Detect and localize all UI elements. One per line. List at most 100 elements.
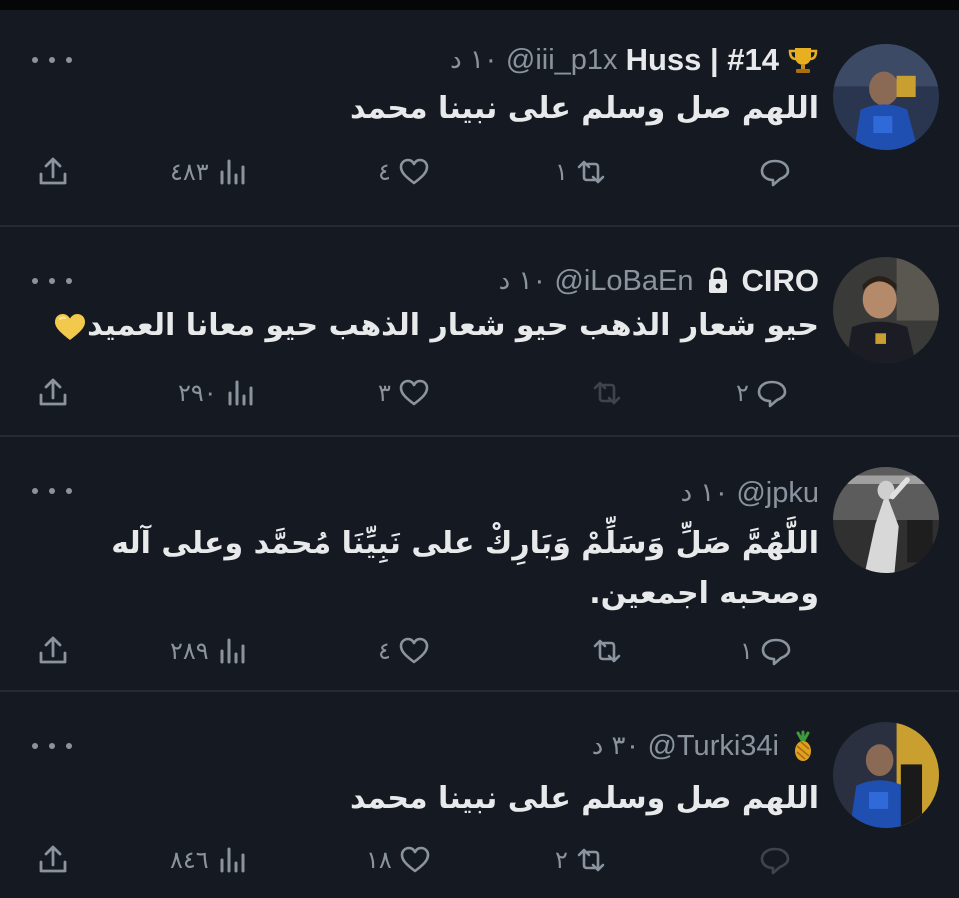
views-count: ٢٩٠ — [178, 379, 217, 407]
more-options-button[interactable] — [32, 271, 72, 291]
more-dot-icon — [49, 278, 55, 284]
more-dot-icon — [49, 57, 55, 63]
heart-icon — [399, 637, 429, 664]
retweet-icon — [577, 160, 605, 184]
tweet-text: اللهم صل وسلم على نبينا محمد — [19, 776, 819, 822]
like-button[interactable]: ١٨ — [366, 838, 432, 882]
share-icon — [39, 157, 67, 185]
trophy-icon — [787, 44, 819, 76]
share-icon — [39, 636, 67, 664]
user-handle[interactable]: @Turki34i — [647, 730, 779, 763]
like-button[interactable]: ٣ — [378, 371, 431, 415]
tweet[interactable]: Huss | #14 @iii_p1x ١٠ د اللهم صل وسلم ع… — [0, 10, 959, 225]
display-name[interactable]: Huss | #14 — [626, 42, 779, 78]
like-count: ١٨ — [366, 846, 392, 874]
user-handle[interactable]: @iLoBaEn — [554, 265, 693, 298]
reply-count: ٢ — [736, 379, 749, 407]
more-dot-icon — [32, 743, 38, 749]
reply-button[interactable]: ٢ — [736, 371, 789, 415]
tweet-text-line: اللَّهُمَّ صَلِّ وَسَلِّمْ وَبَارِكْ على… — [111, 526, 819, 561]
timestamp[interactable]: ١٠ د — [499, 266, 547, 296]
tweet-text: اللهم صل وسلم على نبينا محمد — [19, 86, 819, 132]
more-dot-icon — [32, 57, 38, 63]
display-name[interactable]: CIRO — [742, 263, 820, 299]
reply-button[interactable] — [752, 150, 792, 194]
tweet-feed: Huss | #14 @iii_p1x ١٠ د اللهم صل وسلم ع… — [0, 10, 959, 898]
user-handle[interactable]: @jpku — [736, 477, 819, 510]
avatar[interactable] — [833, 44, 939, 150]
timestamp[interactable]: ٣٠ د — [592, 731, 640, 761]
share-button[interactable] — [36, 150, 70, 194]
views-count: ٨٤٦ — [170, 846, 209, 874]
more-dot-icon — [66, 278, 72, 284]
views-count: ٢٨٩ — [170, 637, 209, 665]
tweet-text-line: وصحبه اجمعين. — [589, 576, 819, 611]
more-dot-icon — [49, 488, 55, 494]
retweet-count: ٢ — [555, 846, 568, 874]
like-button[interactable]: ٤ — [378, 150, 431, 194]
timestamp[interactable]: ١٠ د — [681, 478, 729, 508]
tweet-text: حيو شعار الذهب حيو شعار الذهب حيو معانا … — [11, 303, 819, 349]
like-count: ٤ — [378, 637, 391, 665]
reply-icon — [757, 380, 787, 408]
like-count: ٣ — [378, 379, 391, 407]
avatar[interactable] — [833, 467, 939, 573]
reply-button[interactable]: ١ — [740, 629, 793, 673]
retweet-button[interactable] — [584, 371, 624, 415]
views-icon — [220, 638, 245, 664]
timestamp[interactable]: ١٠ د — [450, 45, 498, 75]
more-dot-icon — [32, 488, 38, 494]
like-count: ٤ — [378, 158, 391, 186]
retweet-icon — [593, 639, 621, 663]
heart-icon — [399, 158, 429, 185]
heart-icon — [400, 846, 430, 873]
views-button[interactable]: ٢٨٩ — [170, 629, 249, 673]
more-options-button[interactable] — [32, 736, 72, 756]
share-button[interactable] — [36, 629, 70, 673]
views-icon — [220, 847, 245, 873]
reply-icon — [760, 847, 790, 875]
like-button[interactable]: ٤ — [378, 629, 431, 673]
retweet-button[interactable]: ١ — [555, 150, 608, 194]
share-button[interactable] — [36, 838, 70, 882]
reply-icon — [761, 638, 791, 666]
tweet[interactable]: @jpku ١٠ د اللَّهُمَّ صَلِّ وَسَلِّمْ وَ… — [0, 437, 959, 690]
views-button[interactable]: ٢٩٠ — [178, 371, 257, 415]
pineapple-icon — [787, 730, 819, 762]
tweet-text-content: حيو شعار الذهب حيو شعار الذهب حيو معانا … — [87, 308, 819, 343]
views-icon — [220, 159, 245, 185]
more-dot-icon — [66, 488, 72, 494]
retweet-button[interactable]: ٢ — [555, 838, 608, 882]
avatar[interactable] — [833, 257, 939, 363]
more-options-button[interactable] — [32, 481, 72, 501]
more-dot-icon — [32, 278, 38, 284]
views-icon — [228, 380, 253, 406]
more-dot-icon — [66, 743, 72, 749]
avatar[interactable] — [833, 722, 939, 828]
share-icon — [39, 378, 67, 406]
tweet-text-line: حيو شعار الذهب حيو شعار الذهب حيو معانا … — [11, 303, 819, 349]
lock-icon — [702, 265, 734, 297]
yellow-heart-icon — [55, 313, 86, 340]
tweet-actions: ١ ٤ ٤٨٣ — [0, 150, 959, 194]
tweet-actions: ١ ٤ ٢٨٩ — [0, 629, 959, 673]
user-handle[interactable]: @iii_p1x — [506, 44, 618, 77]
share-icon — [39, 845, 67, 873]
views-count: ٤٨٣ — [170, 158, 209, 186]
retweet-button[interactable] — [584, 629, 624, 673]
tweet-text: اللَّهُمَّ صَلِّ وَسَلِّمْ وَبَارِكْ على… — [19, 519, 819, 619]
share-button[interactable] — [36, 371, 70, 415]
tweet-text-line: اللهم صل وسلم على نبينا محمد — [349, 781, 819, 816]
tweet[interactable]: @Turki34i ٣٠ د اللهم صل وسلم على نبينا م… — [0, 692, 959, 898]
views-button[interactable]: ٨٤٦ — [170, 838, 249, 882]
tweet[interactable]: CIRO @iLoBaEn ١٠ د حيو شعار الذهب حيو شع… — [0, 227, 959, 435]
tweet-text-line: اللهم صل وسلم على نبينا محمد — [349, 91, 819, 126]
views-button[interactable]: ٤٨٣ — [170, 150, 249, 194]
reply-count: ١ — [740, 637, 753, 665]
reply-button[interactable] — [752, 838, 792, 882]
heart-icon — [399, 379, 429, 406]
retweet-icon — [593, 381, 621, 405]
more-options-button[interactable] — [32, 50, 72, 70]
tweet-actions: ٢ ١٨ ٨٤٦ — [0, 838, 959, 882]
more-dot-icon — [66, 57, 72, 63]
